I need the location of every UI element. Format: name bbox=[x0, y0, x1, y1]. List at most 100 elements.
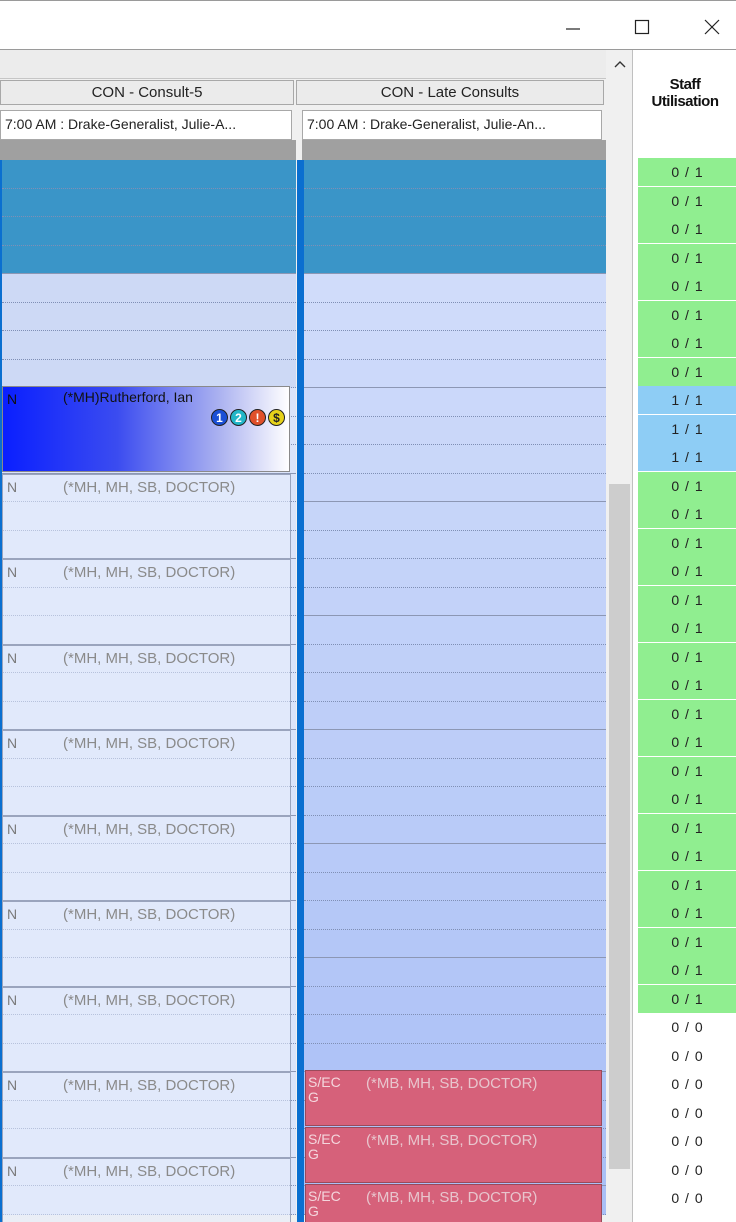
left-edge-bar bbox=[0, 160, 2, 1222]
provider-header-late-consults[interactable]: 7:00 AM : Drake-Generalist, Julie-An... bbox=[302, 110, 602, 140]
booked-appointment[interactable]: N (*MH)Rutherford, Ian 1 2! $ bbox=[2, 386, 290, 472]
time-slot[interactable] bbox=[304, 473, 606, 502]
time-slot[interactable] bbox=[304, 787, 606, 816]
time-slot[interactable] bbox=[2, 274, 296, 303]
utilisation-row: 0 / 1 bbox=[638, 528, 736, 557]
appointment-code: N bbox=[7, 991, 18, 1008]
open-appointment[interactable]: N (*MH, MH, SB, DOCTOR) bbox=[2, 730, 291, 816]
open-appointment[interactable]: N (*MH, MH, SB, DOCTOR) bbox=[2, 473, 291, 559]
time-slot[interactable] bbox=[304, 530, 606, 559]
open-appointment[interactable]: N (*MH, MH, SB, DOCTOR) bbox=[2, 1072, 291, 1158]
utilisation-row: 0 / 1 bbox=[638, 785, 736, 813]
time-slot[interactable] bbox=[304, 188, 606, 217]
late-appointment[interactable]: S/EC G (*MB, MH, SB, DOCTOR) bbox=[305, 1127, 602, 1183]
time-slot[interactable] bbox=[304, 815, 606, 844]
maximize-button[interactable] bbox=[622, 9, 662, 45]
time-slot[interactable] bbox=[304, 502, 606, 531]
utilisation-row: 0 / 1 bbox=[638, 813, 736, 842]
time-slot[interactable] bbox=[304, 901, 606, 930]
late-appointment[interactable]: S/EC G (*MB, MH, SB, DOCTOR) bbox=[305, 1070, 602, 1126]
utilisation-row: 0 / 1 bbox=[638, 186, 736, 215]
time-slot[interactable] bbox=[304, 388, 606, 417]
close-icon bbox=[704, 19, 720, 35]
close-button[interactable] bbox=[692, 9, 732, 45]
time-slot[interactable] bbox=[304, 331, 606, 360]
utilisation-row: 0 / 1 bbox=[638, 243, 736, 272]
time-slot[interactable] bbox=[304, 958, 606, 987]
appointment-code: S/EC G bbox=[308, 1131, 341, 1162]
utilisation-row: 0 / 0 bbox=[638, 1155, 736, 1184]
time-slot[interactable] bbox=[304, 302, 606, 331]
open-appointment[interactable]: N (*MH, MH, SB, DOCTOR) bbox=[2, 986, 291, 1072]
status-badge-icon[interactable]: $ bbox=[268, 409, 285, 426]
time-slot[interactable] bbox=[304, 445, 606, 474]
appointment-badges: 1 2! $ bbox=[211, 409, 285, 426]
time-slot[interactable] bbox=[304, 673, 606, 702]
window-titlebar bbox=[0, 0, 736, 50]
time-slot[interactable] bbox=[304, 1043, 606, 1072]
time-slot[interactable] bbox=[304, 416, 606, 445]
appointment-text: (*MB, MH, SB, DOCTOR) bbox=[366, 1189, 538, 1206]
late-appointment[interactable]: S/EC G (*MB, MH, SB, DOCTOR) bbox=[305, 1184, 602, 1222]
time-slot[interactable] bbox=[304, 274, 606, 303]
appointment-code: N bbox=[7, 564, 18, 580]
vertical-scrollbar[interactable] bbox=[608, 50, 632, 1222]
appointment-code: S/EC G bbox=[308, 1074, 341, 1105]
time-slot[interactable] bbox=[304, 217, 606, 246]
open-appointment[interactable]: N (*MH, MH, SB, DOCTOR) bbox=[2, 559, 291, 645]
time-slot[interactable] bbox=[304, 559, 606, 588]
time-slot[interactable] bbox=[2, 331, 296, 360]
time-slot[interactable] bbox=[2, 302, 296, 331]
status-badge-icon[interactable]: 1 bbox=[211, 409, 228, 426]
patient-name: (*MH)Rutherford, Ian bbox=[63, 389, 193, 405]
staff-utilisation-panel: Staff Utilisation 0 / 10 / 10 / 10 / 10 … bbox=[632, 50, 736, 1222]
time-slot[interactable] bbox=[2, 217, 296, 246]
time-slot[interactable] bbox=[304, 872, 606, 901]
header-line-utilisation: Utilisation bbox=[651, 93, 719, 110]
time-slot[interactable] bbox=[2, 245, 296, 274]
status-badge-icon[interactable]: ! bbox=[249, 409, 266, 426]
utilisation-row: 0 / 1 bbox=[638, 642, 736, 671]
status-badge-icon[interactable]: 2 bbox=[230, 409, 247, 426]
time-slot[interactable] bbox=[304, 986, 606, 1015]
open-appointment[interactable]: N (*MH, MH, SB, DOCTOR) bbox=[2, 1157, 291, 1222]
open-appointment[interactable]: N (*MH, MH, SB, DOCTOR) bbox=[2, 644, 291, 730]
time-slot[interactable] bbox=[304, 1015, 606, 1044]
utilisation-row: 0 / 1 bbox=[638, 671, 736, 699]
column-header-late-consults[interactable]: CON - Late Consults bbox=[296, 80, 604, 105]
time-slot[interactable] bbox=[2, 160, 296, 189]
time-slot[interactable] bbox=[2, 359, 296, 388]
time-slot[interactable] bbox=[304, 844, 606, 873]
utilisation-row: 0 / 1 bbox=[638, 471, 736, 500]
time-slot[interactable] bbox=[304, 758, 606, 787]
time-slot[interactable] bbox=[304, 587, 606, 616]
appointment-text: (*MH, MH, SB, DOCTOR) bbox=[63, 820, 236, 838]
utilisation-row: 0 / 1 bbox=[638, 614, 736, 642]
scrollbar-thumb[interactable] bbox=[609, 484, 630, 1169]
appointment-text: (*MH, MH, SB, DOCTOR) bbox=[63, 649, 236, 667]
time-slot[interactable] bbox=[304, 160, 606, 189]
utilisation-row: 0 / 1 bbox=[638, 984, 736, 1013]
time-slot[interactable] bbox=[2, 188, 296, 217]
time-slot[interactable] bbox=[304, 245, 606, 274]
scroll-up-icon[interactable] bbox=[613, 56, 627, 74]
column-header-consult-5[interactable]: CON - Consult-5 bbox=[0, 80, 294, 105]
utilisation-row: 0 / 0 bbox=[638, 1127, 736, 1155]
utilisation-row: 0 / 1 bbox=[638, 585, 736, 614]
appointment-text: (*MH, MH, SB, DOCTOR) bbox=[63, 478, 236, 496]
time-slot[interactable] bbox=[304, 644, 606, 673]
minimize-button[interactable] bbox=[553, 9, 593, 45]
utilisation-row: 0 / 1 bbox=[638, 699, 736, 728]
time-slot[interactable] bbox=[304, 929, 606, 958]
time-slot[interactable] bbox=[304, 701, 606, 730]
appointment-code: N bbox=[7, 478, 18, 495]
header-line-staff: Staff bbox=[669, 76, 701, 93]
column-gap-bar bbox=[0, 140, 296, 160]
open-appointment[interactable]: N (*MH, MH, SB, DOCTOR) bbox=[2, 815, 291, 901]
provider-header-consult-5[interactable]: 7:00 AM : Drake-Generalist, Julie-A... bbox=[0, 110, 292, 140]
open-appointment[interactable]: N (*MH, MH, SB, DOCTOR) bbox=[2, 901, 291, 987]
appointment-code: N bbox=[7, 906, 18, 922]
time-slot[interactable] bbox=[304, 730, 606, 759]
time-slot[interactable] bbox=[304, 359, 606, 388]
time-slot[interactable] bbox=[304, 616, 606, 645]
